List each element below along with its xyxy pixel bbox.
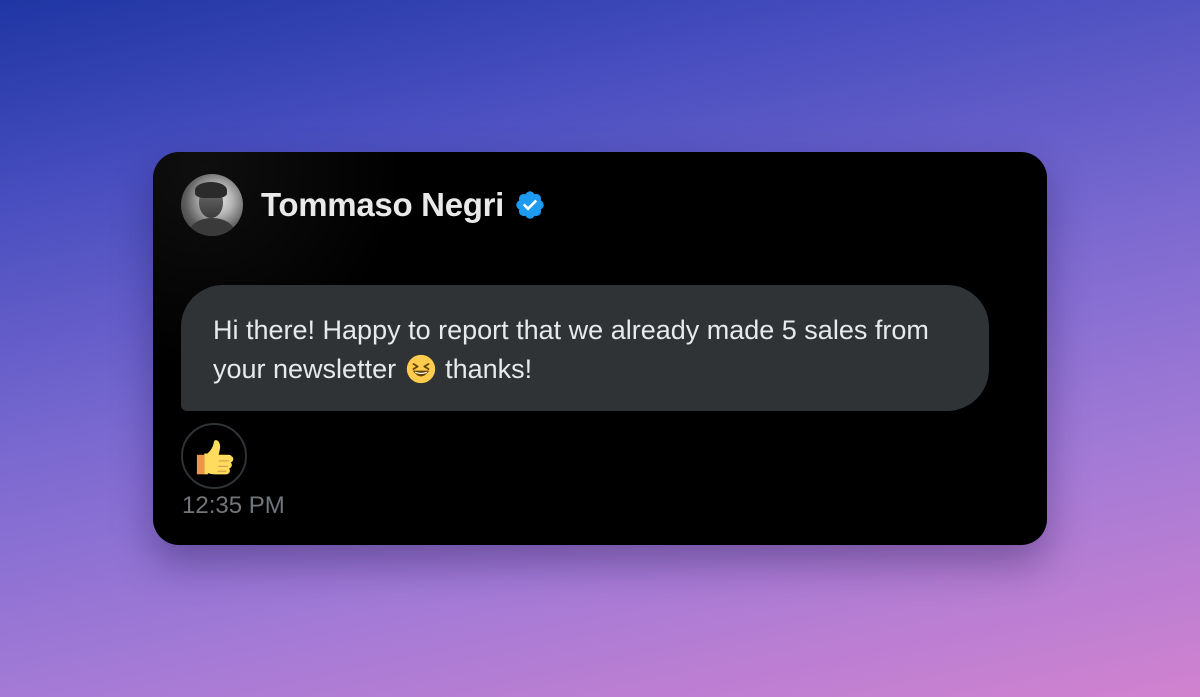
message-text: Hi there! Happy to report that we alread…: [213, 311, 957, 389]
grinning-squinting-face-icon: [406, 354, 435, 384]
thumbs-up-icon: [196, 440, 234, 475]
verified-badge-icon: [516, 191, 544, 219]
message-text-part-1: Hi there! Happy to report that we alread…: [213, 315, 929, 384]
reaction-button[interactable]: [181, 423, 247, 489]
sender-name[interactable]: Tommaso Negri: [261, 186, 504, 224]
message-text-part-2: thanks!: [445, 354, 533, 384]
message-card: Tommaso Negri Hi there! Happy to report …: [153, 152, 1047, 545]
message-timestamp: 12:35 PM: [182, 492, 285, 519]
sender-header: Tommaso Negri: [181, 174, 546, 236]
avatar[interactable]: [181, 174, 243, 236]
message-bubble[interactable]: Hi there! Happy to report that we alread…: [181, 285, 989, 411]
